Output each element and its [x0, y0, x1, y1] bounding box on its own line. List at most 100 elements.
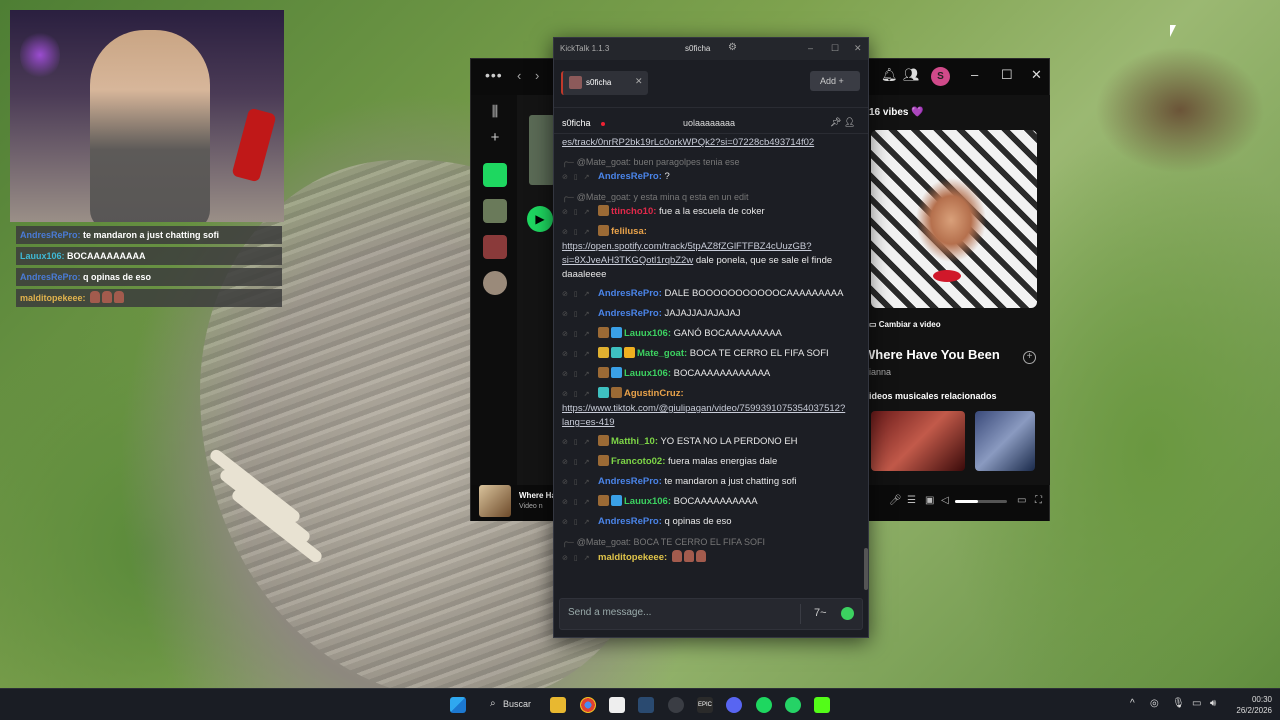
- message-controls[interactable]: ⊘ ▯ ↗: [562, 171, 598, 185]
- reply-text[interactable]: @Mate_goat: BOCA TE CERRO EL FIFA SOFI: [577, 537, 765, 547]
- related-video-thumb[interactable]: [871, 411, 965, 471]
- obs-icon[interactable]: [668, 697, 684, 713]
- spotify-sidebar: ⫼ +: [471, 95, 517, 485]
- message-controls[interactable]: ⊘ ▯ ↗: [562, 308, 598, 322]
- message-controls[interactable]: ⊘ ▯ ↗: [562, 552, 598, 566]
- message-controls[interactable]: ⊘ ▯ ↗: [562, 226, 598, 240]
- kicktalk-icon[interactable]: [814, 697, 830, 713]
- whatsapp-icon[interactable]: [785, 697, 801, 713]
- switch-to-video-button[interactable]: ▭ Cambiar a video: [869, 320, 941, 329]
- chevron-up-icon[interactable]: ^: [1130, 698, 1135, 709]
- volume-icon[interactable]: 🔊︎: [1210, 698, 1216, 709]
- chat-username[interactable]: ttincho10:: [611, 206, 656, 217]
- taskbar-search[interactable]: ⌕ Buscar: [478, 695, 538, 715]
- chat-username[interactable]: AgustinCruz:: [624, 388, 684, 399]
- message-controls[interactable]: ⊘ ▯ ↗: [562, 388, 598, 402]
- settings-gear-icon[interactable]: ⚙: [728, 42, 737, 53]
- now-playing-title[interactable]: Where Ha: [519, 491, 556, 500]
- message-controls[interactable]: ⊘ ▯ ↗: [562, 516, 598, 530]
- capcut-icon[interactable]: [609, 697, 625, 713]
- user-avatar[interactable]: S: [931, 67, 950, 86]
- chat-username[interactable]: Lauux106:: [624, 328, 671, 339]
- message-controls[interactable]: ⊘ ▯ ↗: [562, 288, 598, 302]
- display-icon[interactable]: ▭: [1192, 698, 1201, 709]
- chat-username[interactable]: AndresRePro:: [598, 308, 662, 319]
- pin-icon[interactable]: 📌︎: [830, 117, 841, 127]
- forward-arrow-icon[interactable]: ›: [535, 68, 539, 83]
- message-controls[interactable]: ⊘ ▯ ↗: [562, 348, 598, 362]
- steam-icon[interactable]: [638, 697, 654, 713]
- spotify-icon[interactable]: [756, 697, 772, 713]
- playlist-thumb[interactable]: [483, 199, 507, 223]
- chat-username[interactable]: Lauux106:: [624, 496, 671, 507]
- tab-s0ficha[interactable]: s0ficha ✕: [561, 71, 648, 95]
- maximize-icon[interactable]: ☐: [1001, 67, 1013, 83]
- message-input[interactable]: [568, 607, 788, 618]
- chat-scrollbar[interactable]: [864, 548, 868, 590]
- add-icon[interactable]: +: [483, 129, 507, 153]
- message-controls[interactable]: ⊘ ▯ ↗: [562, 436, 598, 450]
- chrome-icon[interactable]: [580, 697, 596, 713]
- add-to-playlist-button[interactable]: +: [1023, 351, 1036, 364]
- file-explorer-icon[interactable]: [550, 697, 566, 713]
- message-controls[interactable]: ⊘ ▯ ↗: [562, 206, 598, 220]
- message-controls[interactable]: ⊘ ▯ ↗: [562, 328, 598, 342]
- chat-username[interactable]: felilusa:: [611, 226, 647, 237]
- tab-close-icon[interactable]: ✕: [635, 76, 643, 87]
- now-playing-art[interactable]: [479, 485, 511, 517]
- bell-icon[interactable]: 🔔︎: [881, 67, 898, 83]
- chat-username[interactable]: AndresRePro:: [598, 516, 662, 527]
- reply-text[interactable]: @Mate_goat: buen paragolpes tenia ese: [577, 157, 740, 167]
- chat-username[interactable]: Francoto02:: [611, 456, 665, 467]
- chat-username[interactable]: AndresRePro:: [598, 476, 662, 487]
- song-title[interactable]: Where Have You Been: [863, 347, 1000, 362]
- message-controls[interactable]: ⊘ ▯ ↗: [562, 496, 598, 510]
- maximize-icon[interactable]: ☐: [831, 43, 839, 54]
- device-icon[interactable]: ▣: [925, 495, 934, 506]
- add-channel-button[interactable]: Add +: [810, 71, 860, 91]
- play-button[interactable]: ▶: [527, 206, 553, 232]
- message-link[interactable]: https://www.tiktok.com/@giulipagan/video…: [562, 403, 845, 428]
- reply-text[interactable]: @Mate_goat: y esta mina q esta en un edi…: [577, 192, 749, 202]
- back-arrow-icon[interactable]: ‹: [517, 68, 521, 83]
- library-icon[interactable]: ⫼: [483, 103, 507, 127]
- microphone-icon[interactable]: 🎙︎: [1172, 698, 1185, 709]
- message-controls[interactable]: ⊘ ▯ ↗: [562, 456, 598, 470]
- queue-icon[interactable]: ☰: [907, 495, 916, 506]
- channel-name[interactable]: s0ficha: [562, 118, 591, 128]
- user-icon[interactable]: 👤︎: [844, 117, 855, 127]
- emote-picker-icon[interactable]: 7~: [814, 607, 827, 619]
- kick-emotes-icon[interactable]: [841, 607, 854, 620]
- artist-name[interactable]: ianna: [869, 367, 891, 377]
- artist-thumb[interactable]: [483, 271, 507, 295]
- message-controls[interactable]: ⊘ ▯ ↗: [562, 368, 598, 382]
- network-icon[interactable]: ◎: [1150, 698, 1159, 709]
- lyrics-icon[interactable]: 🎤︎: [889, 495, 902, 506]
- menu-dots-icon[interactable]: •••: [485, 67, 503, 83]
- fullscreen-icon[interactable]: ⛶: [1035, 495, 1042, 506]
- chat-username[interactable]: Lauux106:: [624, 368, 671, 379]
- discord-icon[interactable]: [726, 697, 742, 713]
- friends-icon[interactable]: 👥︎: [903, 67, 920, 83]
- epic-games-icon[interactable]: EPIC: [697, 697, 713, 713]
- minimize-icon[interactable]: –: [808, 43, 813, 53]
- logged-in-user[interactable]: s0ficha: [685, 44, 710, 53]
- related-video-thumb[interactable]: [975, 411, 1035, 471]
- chat-username[interactable]: Mate_goat:: [637, 348, 687, 359]
- minimize-icon[interactable]: –: [971, 67, 978, 82]
- volume-icon[interactable]: ◁: [941, 495, 949, 506]
- chat-username[interactable]: AndresRePro:: [598, 288, 662, 299]
- volume-slider[interactable]: [955, 500, 1007, 503]
- message-link[interactable]: es/track/0nrRP2bk19rLc0orkWPQk2?si=07228…: [562, 137, 814, 148]
- windows-start-icon[interactable]: [450, 697, 466, 713]
- chat-username[interactable]: AndresRePro:: [598, 171, 662, 182]
- close-icon[interactable]: ✕: [854, 43, 862, 54]
- message-controls[interactable]: ⊘ ▯ ↗: [562, 476, 598, 490]
- chat-username[interactable]: malditopekeee:: [598, 552, 667, 563]
- clock[interactable]: 00:30 26/2/2026: [1232, 694, 1272, 716]
- close-icon[interactable]: ✕: [1031, 67, 1042, 83]
- liked-songs-icon[interactable]: [483, 163, 507, 187]
- miniplayer-icon[interactable]: ▭: [1017, 495, 1026, 506]
- chat-username[interactable]: Matthi_10:: [611, 436, 658, 447]
- playlist-thumb[interactable]: [483, 235, 507, 259]
